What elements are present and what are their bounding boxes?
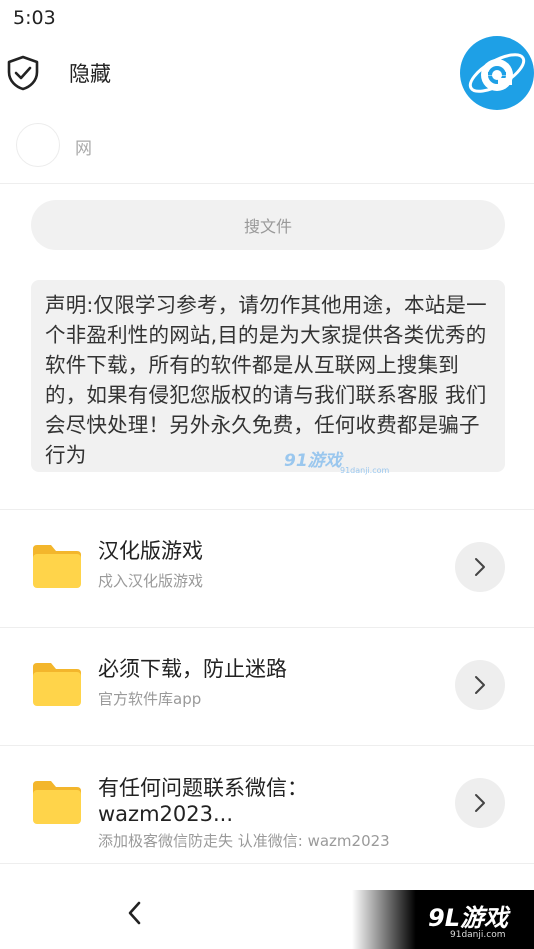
chevron-right-icon xyxy=(475,794,485,812)
item-subtitle: 戍入汉化版游戏 xyxy=(98,572,204,590)
header: 隐藏 xyxy=(0,36,534,110)
open-button[interactable] xyxy=(455,778,505,828)
notice-card: 声明:仅限学习参考，请勿作其他用途，本站是一个非盈利性的网站,目的是为大家提供各… xyxy=(31,280,505,472)
watermark-logo: 9L游戏 xyxy=(428,904,508,932)
user-name: 网 xyxy=(75,139,92,159)
avatar[interactable] xyxy=(16,123,60,167)
status-time: 5:03 xyxy=(13,7,56,29)
user-row[interactable]: 网 xyxy=(0,118,534,184)
watermark-url: 91danji.com xyxy=(450,930,506,940)
open-button[interactable] xyxy=(455,542,505,592)
chevron-right-icon xyxy=(475,558,485,576)
list-item-must-download[interactable]: 必须下载，防止迷路 官方软件库app xyxy=(0,628,534,746)
list-item-hanhua[interactable]: 汉化版游戏 戍入汉化版游戏 xyxy=(0,510,534,628)
folder-icon xyxy=(33,545,81,588)
watermark-logo: 91游戏 xyxy=(284,451,342,471)
status-bar: 5:03 xyxy=(0,0,534,36)
notice-text: 声明:仅限学习参考，请勿作其他用途，本站是一个非盈利性的网站,目的是为大家提供各… xyxy=(45,293,487,467)
list-item-contact-wechat[interactable]: 有任何问题联系微信：wazm2023... 添加极客微信防走失 认准微信: wa… xyxy=(0,746,534,864)
folder-icon xyxy=(33,663,81,706)
watermark-url: 91danji.com xyxy=(340,466,390,475)
item-subtitle: 添加极客微信防走失 认准微信: wazm2023 xyxy=(98,832,390,850)
item-subtitle: 官方软件库app xyxy=(98,690,202,708)
search-placeholder: 搜文件 xyxy=(243,217,292,236)
page-title: 隐藏 xyxy=(69,62,111,86)
chevron-right-icon xyxy=(475,676,485,694)
item-title: 必须下载，防止迷路 xyxy=(98,657,287,681)
item-title: 有任何问题联系微信：wazm2023... xyxy=(98,776,308,826)
item-title: 汉化版游戏 xyxy=(98,539,203,563)
navigation-bar: 9L游戏 91danji.com xyxy=(0,890,534,949)
search-input[interactable]: 搜文件 xyxy=(31,200,505,250)
shield-check-icon[interactable] xyxy=(6,55,40,91)
folder-icon xyxy=(33,781,81,824)
chevron-left-icon[interactable] xyxy=(123,898,147,928)
internet-explorer-icon[interactable] xyxy=(460,36,534,110)
open-button[interactable] xyxy=(455,660,505,710)
